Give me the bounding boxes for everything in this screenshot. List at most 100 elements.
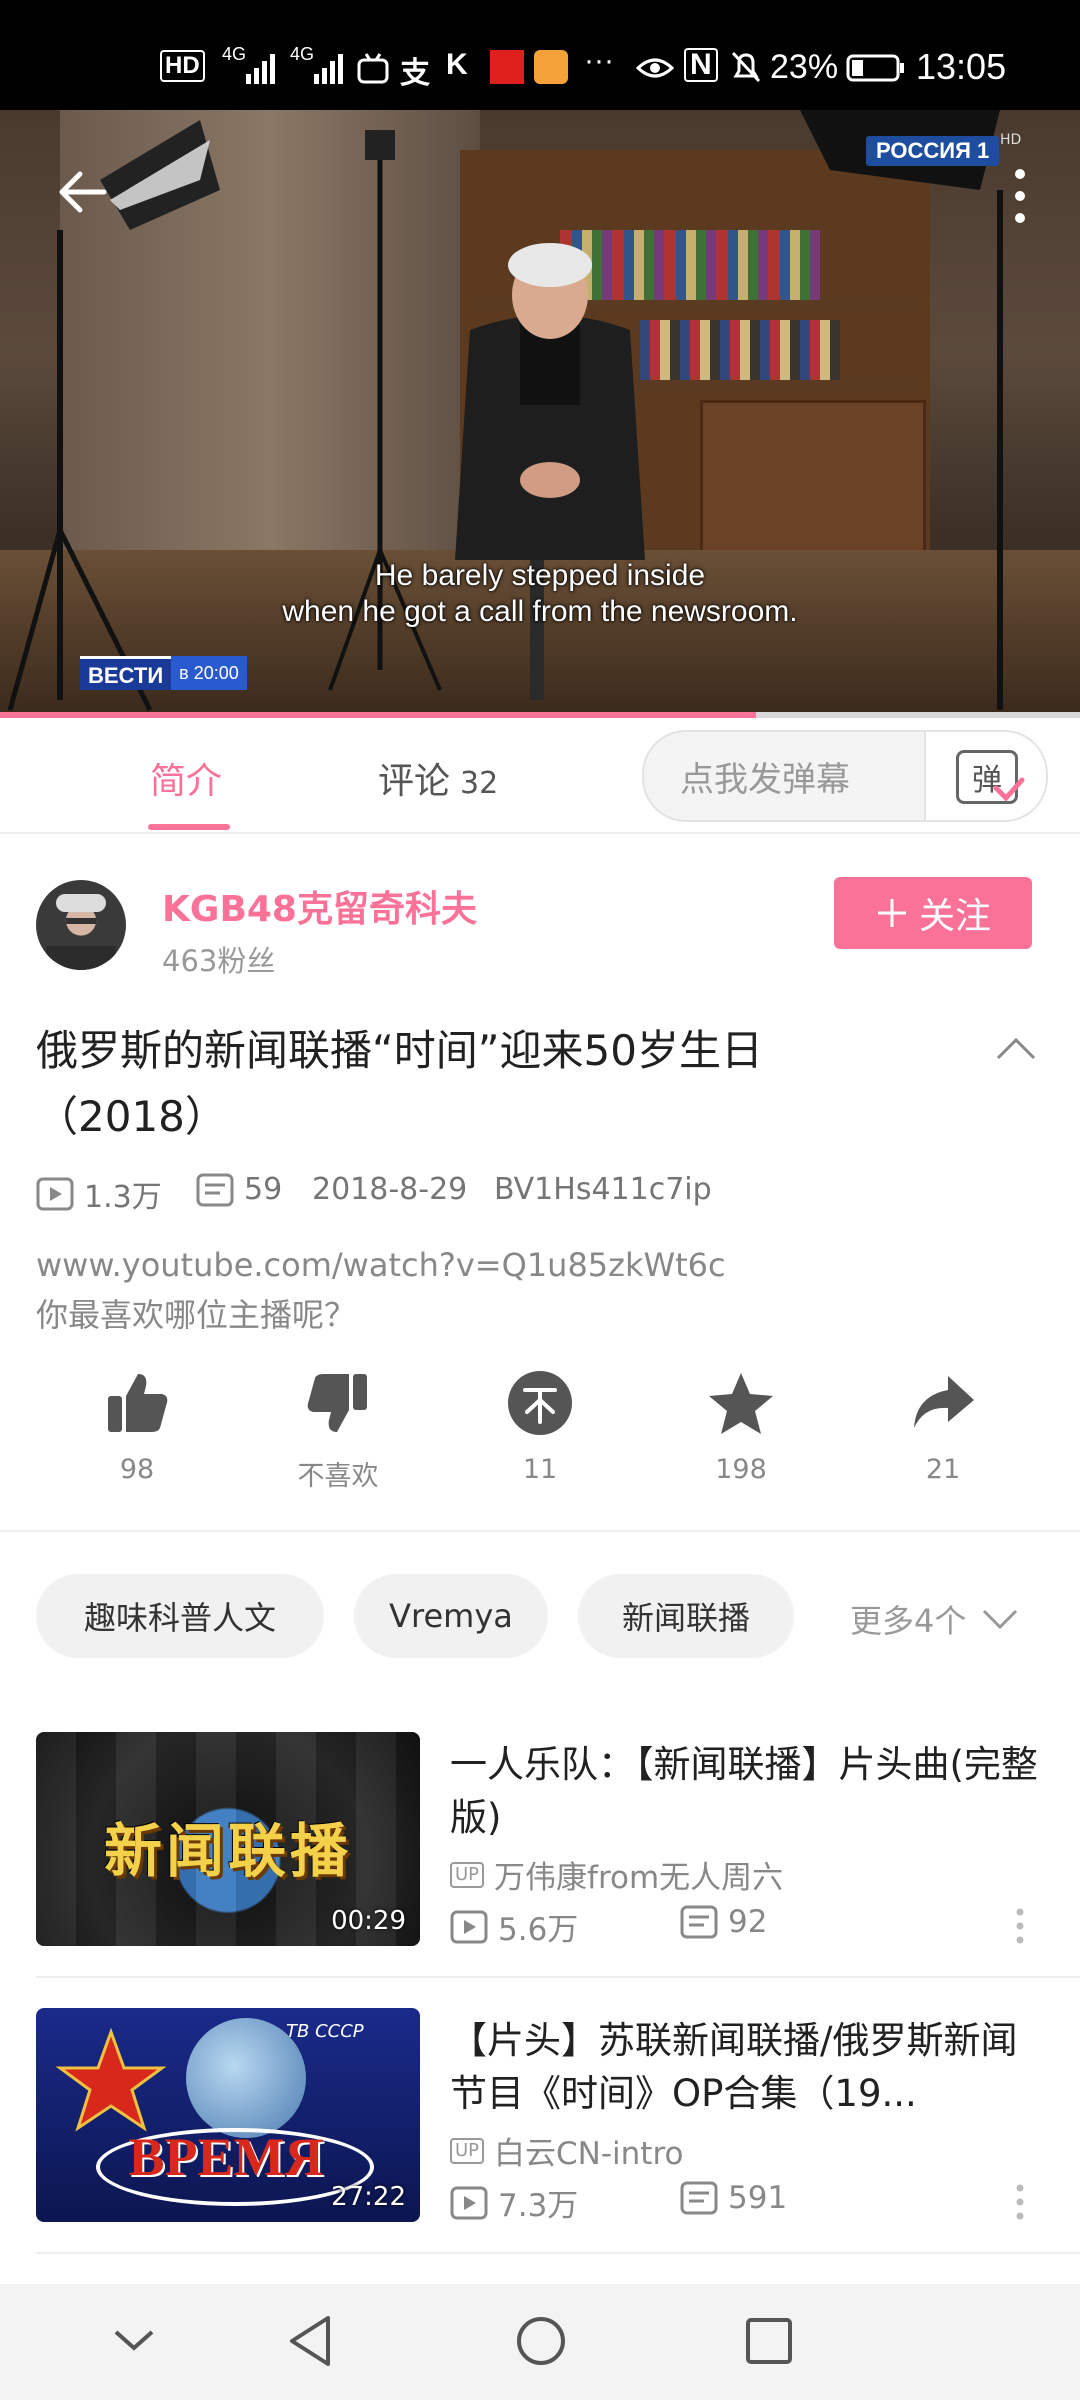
video-player[interactable]: РОССИЯ 1 HD He barely stepped inside whe… <box>0 110 1080 716</box>
rec-title[interactable]: 【片头】苏联新闻联播/俄罗斯新闻节目《时间》OP合集（19... <box>450 2014 1046 2120</box>
nav-home-icon[interactable] <box>514 2314 568 2368</box>
star-icon <box>709 1373 773 1434</box>
description-link[interactable]: www.youtube.com/watch?v=Q1u85zkWt6c <box>36 1240 726 1290</box>
tab-comments-count: 32 <box>460 766 499 801</box>
rec-thumbnail[interactable]: 新闻联播 00:29 <box>36 1732 420 1946</box>
rec-danmaku: 92 <box>680 1904 767 1940</box>
signal-icon-2 <box>314 54 343 84</box>
mute-bell-icon <box>731 51 761 83</box>
rec-views: 5.6万 <box>450 1904 578 1949</box>
network-type-2: 4G <box>290 44 315 64</box>
rec-divider <box>36 2252 1080 2254</box>
channel-logo: РОССИЯ 1 <box>866 136 1000 166</box>
tag-item[interactable]: 新闻联播 <box>578 1574 794 1658</box>
status-bar: HD 4G 4G 支 K ··· N 23% 13:05 <box>0 0 1080 110</box>
publish-date: 2018-8-29 <box>312 1172 468 1207</box>
dislike-label: 不喜欢 <box>297 1461 379 1492</box>
author-avatar[interactable] <box>36 880 126 970</box>
more-options-icon[interactable] <box>1010 166 1030 226</box>
hd-watermark: HD <box>1000 132 1022 148</box>
collapse-chevron-icon[interactable] <box>994 1034 1038 1062</box>
nfc-icon: N <box>684 48 718 82</box>
eye-icon <box>636 58 674 78</box>
video-progress-fill <box>0 712 756 718</box>
rec-title[interactable]: 一人乐队：【新闻联播】片头曲(完整版) <box>450 1738 1046 1844</box>
thumb-title-text: ВРЕМЯ <box>128 2127 324 2187</box>
bilibili-notify-icon <box>357 53 389 84</box>
views-meta: 1.3万 <box>36 1172 162 1216</box>
share-count: 21 <box>925 1454 961 1485</box>
rec-views: 7.3万 <box>450 2180 578 2225</box>
coin-icon <box>508 1371 572 1435</box>
coin-count: 11 <box>522 1454 558 1485</box>
tab-intro-indicator <box>148 824 230 830</box>
subtitles: He barely stepped inside when he got a c… <box>0 558 1080 630</box>
tab-comments[interactable]: 评论 32 <box>378 752 498 804</box>
battery-percent: 23% <box>770 48 839 86</box>
thumbs-down-icon <box>307 1374 367 1432</box>
danmaku-toggle-button[interactable]: 弹 <box>924 732 1046 820</box>
thumb-corner-text: ТВ СССР <box>286 2021 364 2042</box>
network-type-1: 4G <box>222 44 247 64</box>
vesti-logo: ВЕСТИ в 20:00 <box>80 656 247 690</box>
author-fans: 463粉丝 <box>162 944 276 978</box>
tags-more-button[interactable]: 更多4个 <box>850 1596 1020 1642</box>
system-nav-bar <box>0 2284 1080 2400</box>
plus-icon <box>877 899 906 927</box>
tab-intro[interactable]: 简介 <box>150 752 222 804</box>
presenter-figure <box>455 243 645 700</box>
tag-item[interactable]: 趣味科普人文 <box>36 1574 324 1658</box>
clock: 13:05 <box>916 46 1007 87</box>
check-icon <box>993 777 1025 802</box>
tabs-divider <box>0 832 1080 834</box>
video-duration: 00:29 <box>331 1906 406 1936</box>
video-duration: 27:22 <box>331 2182 406 2212</box>
danmaku-count-icon <box>680 1905 718 1939</box>
video-title: 俄罗斯的新闻联播“时间”迎来50岁生日（2018） <box>36 1026 763 1141</box>
follow-button[interactable]: 关注 <box>834 877 1032 949</box>
signal-icon <box>246 54 275 84</box>
battery-icon <box>846 54 904 82</box>
thumb-title-text: 新闻联播 <box>103 1817 352 1885</box>
news-app-icon <box>490 50 524 84</box>
k-app-icon: K <box>446 48 468 81</box>
nav-recents-icon[interactable] <box>744 2316 794 2366</box>
rec-uploader[interactable]: UP 万伟康from无人周六 <box>450 1852 783 1897</box>
rec-danmaku: 591 <box>680 2180 787 2216</box>
up-badge: UP <box>450 2137 485 2164</box>
like-button[interactable]: 98 <box>67 1370 207 1485</box>
tag-item[interactable]: Vremya <box>354 1574 548 1658</box>
rec-divider <box>36 1976 1080 1978</box>
bv-id: BV1Hs411c7ip <box>494 1172 712 1207</box>
rec-thumbnail[interactable]: ТВ СССР ВРЕМЯ 27:22 <box>36 2008 420 2222</box>
up-badge: UP <box>450 1861 485 1888</box>
coin-button[interactable]: 11 <box>470 1370 610 1485</box>
more-notifications-icon: ··· <box>584 44 614 77</box>
nav-back-icon[interactable] <box>286 2314 334 2368</box>
alipay-icon: 支 <box>400 57 430 90</box>
like-count: 98 <box>119 1454 155 1485</box>
nav-hide-chevron-icon[interactable] <box>112 2326 156 2354</box>
follow-label: 关注 <box>918 896 991 937</box>
tab-comments-label: 评论 <box>378 761 451 802</box>
favorite-button[interactable]: 198 <box>671 1370 811 1485</box>
back-arrow-icon[interactable] <box>56 168 112 216</box>
danmaku-count-icon <box>196 1173 234 1206</box>
share-button[interactable]: 21 <box>873 1370 1013 1485</box>
play-count-icon <box>450 1910 488 1943</box>
red-star-icon <box>56 2028 166 2132</box>
danmaku-meta: 59 <box>196 1172 282 1207</box>
favorite-count: 198 <box>715 1454 767 1485</box>
rec-uploader[interactable]: UP 白云CN-intro <box>450 2128 684 2173</box>
description-text: 你最喜欢哪位主播呢？ <box>36 1296 357 1334</box>
rec-more-icon[interactable] <box>1014 2182 1026 2222</box>
weibo-icon <box>534 50 568 84</box>
danmaku-input[interactable]: 点我发弹幕 弹 <box>642 730 1048 822</box>
subtitle-line-1: He barely stepped inside <box>374 559 706 592</box>
rec-more-icon[interactable] <box>1014 1906 1026 1946</box>
author-name[interactable]: KGB48克留奇科夫 <box>162 880 477 932</box>
danmaku-count-icon <box>680 2181 718 2215</box>
dislike-button[interactable]: 不喜欢 <box>268 1370 408 1493</box>
play-count-icon <box>450 2186 488 2219</box>
subtitle-line-2: when he got a call from the newsroom. <box>282 595 798 628</box>
